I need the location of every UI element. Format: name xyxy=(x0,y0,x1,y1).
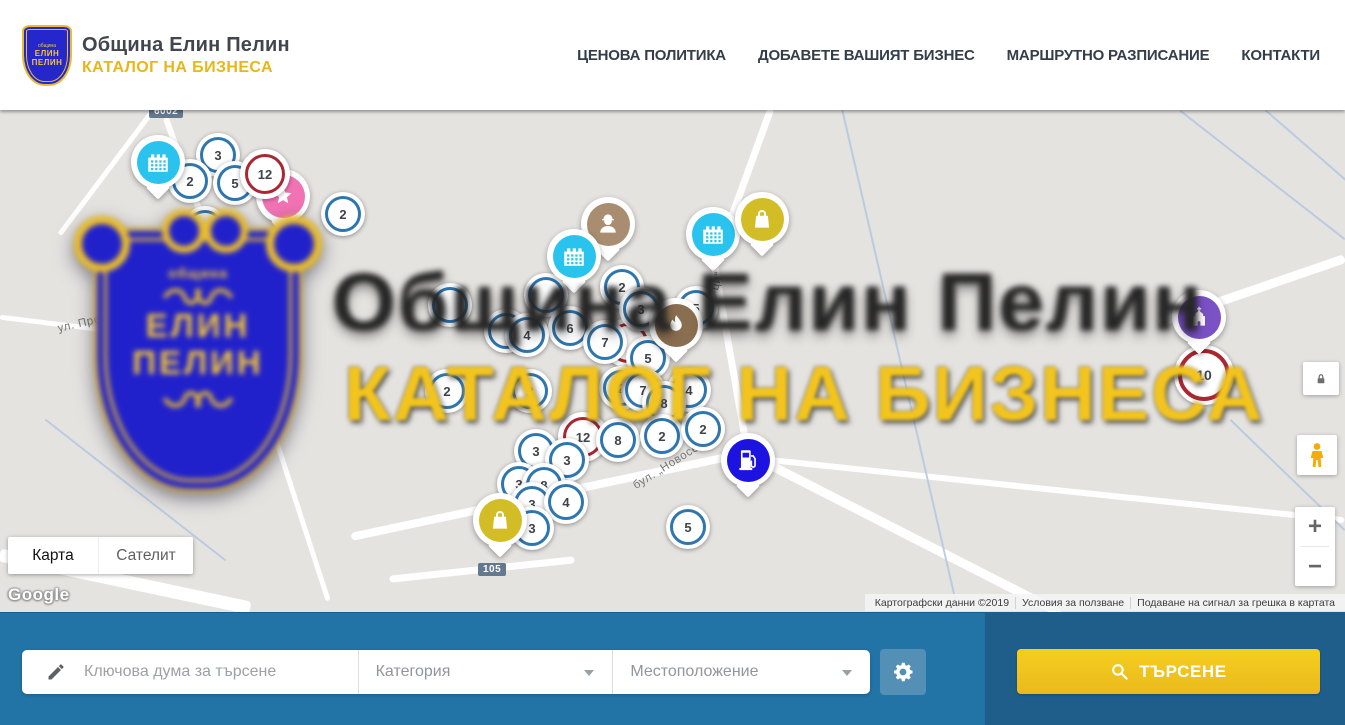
map-pin-bag[interactable] xyxy=(473,493,527,559)
nav-item-1[interactable]: ДОБАВЕТЕ ВАШИЯТ БИЗНЕС xyxy=(758,47,975,64)
map-canvas[interactable]: ул. Преславбул. „Новоселци“6002105 32512… xyxy=(0,110,1345,612)
map-cluster-marker[interactable]: 12 xyxy=(240,149,290,199)
zoom-control: + − xyxy=(1295,507,1335,586)
map-type-satellite-button[interactable]: Сателит xyxy=(98,537,193,574)
logo-text: Община Елин Пелин КАТАЛОГ НА БИЗНЕСА xyxy=(82,34,290,77)
map-type-map-button[interactable]: Карта xyxy=(8,537,98,574)
site-logo[interactable]: община ЕЛИН ПЕЛИН Община Елин Пелин КАТА… xyxy=(22,25,290,86)
keyword-field[interactable] xyxy=(22,650,359,694)
watermark-crest-top-label: община xyxy=(168,265,228,281)
category-dropdown-value: Категория xyxy=(376,663,451,681)
map-cluster-marker[interactable]: 5 xyxy=(666,505,710,549)
watermark-title: Община Елин Пелин xyxy=(332,256,1204,350)
crest-flourish-icon xyxy=(162,281,234,307)
map-pin-factory[interactable] xyxy=(131,135,185,201)
cluster-count: 12 xyxy=(245,154,285,194)
pencil-icon xyxy=(46,662,66,682)
search-button-label: ТЪРСЕНЕ xyxy=(1139,662,1227,682)
attribution-link[interactable]: Подаване на сигнал за грешка в картата xyxy=(1130,597,1341,609)
road-line xyxy=(747,455,1344,524)
map-cluster-marker[interactable]: 2 xyxy=(321,192,365,236)
nav-item-0[interactable]: ЦЕНОВА ПОЛИТИКА xyxy=(577,47,726,64)
map-attribution: Картографски данни ©2019Условия за ползв… xyxy=(865,594,1345,611)
category-dropdown[interactable]: Категория xyxy=(359,650,614,694)
crest-name-line1: ЕЛИН xyxy=(35,49,59,58)
location-dropdown-value: Местоположение xyxy=(630,663,758,681)
cluster-count: 4 xyxy=(548,484,584,520)
map-pin-fuel[interactable] xyxy=(721,433,775,499)
crest-name-line2: ПЕЛИН xyxy=(32,58,63,67)
stream-line xyxy=(1264,110,1345,181)
pegman-icon xyxy=(1306,442,1328,468)
municipality-crest-icon: община ЕЛИН ПЕЛИН xyxy=(22,25,72,86)
stream-line xyxy=(1179,110,1345,240)
gear-icon xyxy=(891,660,915,684)
watermark-subtitle: КАТАЛОГ НА БИЗНЕСА xyxy=(344,350,1264,439)
map-pin-bag[interactable] xyxy=(735,192,789,258)
location-dropdown[interactable]: Местоположение xyxy=(613,650,870,694)
header: община ЕЛИН ПЕЛИН Община Елин Пелин КАТА… xyxy=(0,0,1345,110)
search-icon xyxy=(1110,662,1129,681)
chevron-down-icon xyxy=(842,670,852,676)
nav-item-2[interactable]: МАРШРУТНО РАЗПИСАНИЕ xyxy=(1007,47,1210,64)
factory-icon xyxy=(137,141,180,184)
site-title: Община Елин Пелин xyxy=(82,34,290,57)
chevron-down-icon xyxy=(584,670,594,676)
factory-icon xyxy=(692,213,735,256)
watermark-shield: община ЕЛИН ПЕЛИН xyxy=(94,228,302,492)
page: община ЕЛИН ПЕЛИН Община Елин Пелин КАТА… xyxy=(0,0,1345,725)
fuel-icon xyxy=(727,439,770,482)
site-subtitle: КАТАЛОГ НА БИЗНЕСА xyxy=(82,59,290,77)
bag-icon xyxy=(741,198,784,241)
road-number-badge: 6002 xyxy=(149,110,183,118)
watermark-crest-name-line1: ЕЛИН xyxy=(146,307,251,344)
main-nav: ЦЕНОВА ПОЛИТИКА ДОБАВЕТЕ ВАШИЯТ БИЗНЕС МАР… xyxy=(577,47,1320,64)
cluster-count: 2 xyxy=(325,196,361,232)
lock-icon xyxy=(1313,371,1329,387)
watermark-crest-name-line2: ПЕЛИН xyxy=(132,344,263,381)
advanced-settings-button[interactable] xyxy=(880,649,926,695)
attribution-link[interactable]: Условия за ползване xyxy=(1015,597,1130,609)
nav-item-3[interactable]: КОНТАКТИ xyxy=(1241,47,1320,64)
scroll-lock-button[interactable] xyxy=(1303,362,1339,395)
map-type-switcher: Карта Сателит xyxy=(8,537,193,574)
search-fields: Категория Местоположение xyxy=(22,650,870,694)
google-logo[interactable]: Google xyxy=(8,585,70,605)
zoom-in-button[interactable]: + xyxy=(1295,507,1335,546)
crest-flourish-icon xyxy=(162,389,234,415)
search-bar: Категория Местоположение ТЪРСЕНЕ xyxy=(0,612,1345,725)
watermark-crest: община ЕЛИН ПЕЛИН xyxy=(78,218,318,496)
search-button[interactable]: ТЪРСЕНЕ xyxy=(1017,649,1320,694)
keyword-input[interactable] xyxy=(82,662,346,682)
road-number-badge: 105 xyxy=(478,563,506,576)
attribution-text: Картографски данни ©2019 xyxy=(869,597,1015,609)
bag-icon xyxy=(479,499,522,542)
cluster-count: 5 xyxy=(670,509,706,545)
street-view-pegman-button[interactable] xyxy=(1297,435,1337,475)
zoom-out-button[interactable]: − xyxy=(1295,547,1335,586)
